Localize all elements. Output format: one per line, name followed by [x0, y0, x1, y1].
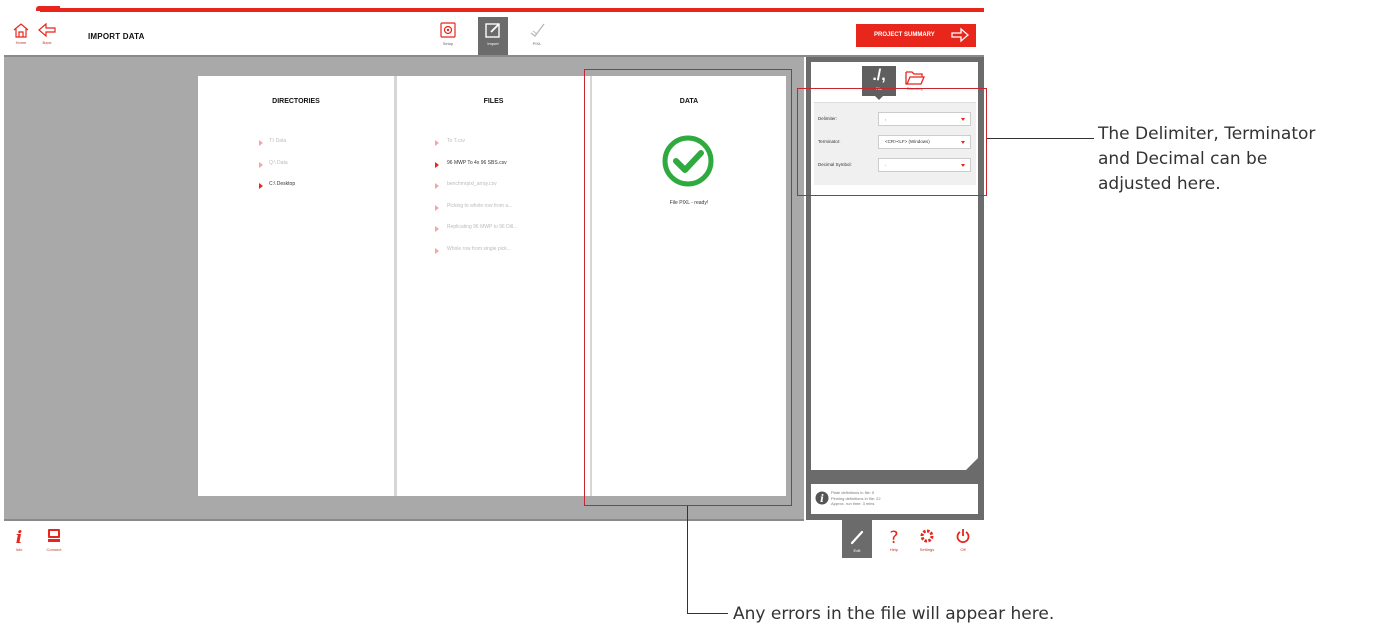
chevron-right-icon [435, 140, 439, 146]
file-item-active[interactable]: 96 MWP To 4x 96 SBS.csv [397, 160, 590, 182]
svg-text:i: i [820, 494, 824, 505]
import-icon [485, 23, 500, 38]
chevron-right-icon [259, 161, 263, 168]
file-info-text: Plate definitions in file: 5 Pinning def… [831, 490, 881, 506]
callout-line-bottom-vertical [687, 506, 688, 614]
info-label: Info [15, 547, 23, 552]
step-setup-label: Setup [442, 41, 454, 46]
forward-arrow-icon [951, 27, 969, 43]
step-pixl-label: PIXL [532, 41, 542, 46]
page-title: IMPORT DATA [88, 32, 145, 41]
annotation-errors-text: Any errors in the file will appear here. [733, 604, 1055, 624]
files-panel: FILES To T.csv 96 MWP To 4x 96 SBS.csv b… [397, 76, 590, 496]
annotation-highlight-data [584, 69, 792, 506]
setup-icon [440, 22, 456, 38]
info-circle-icon: i [815, 491, 829, 505]
info-icon: i [16, 528, 22, 545]
project-summary-button[interactable]: PROJECT SUMMARY [856, 24, 976, 47]
edit-label: Edit [853, 548, 861, 553]
callout-line-bottom-horizontal [687, 613, 728, 614]
sidebar-notch [966, 458, 978, 470]
step-import[interactable]: Import [478, 17, 508, 56]
project-summary-label: PROJECT SUMMARY [874, 32, 935, 38]
chevron-right-icon [435, 226, 439, 232]
directories-title: DIRECTORIES [272, 98, 320, 105]
home-label: Home [15, 40, 27, 45]
chevron-right-icon [259, 183, 263, 189]
info-button[interactable]: i Info [8, 527, 30, 553]
chevron-right-icon [259, 140, 263, 146]
connect-button[interactable]: Connect [42, 527, 66, 553]
file-item[interactable]: To T.csv [397, 138, 590, 160]
directory-item-active[interactable]: C:\ Desktop [198, 181, 394, 203]
step-import-label: Import [487, 41, 499, 46]
connect-icon [48, 529, 60, 542]
chevron-right-icon [435, 247, 439, 254]
file-item[interactable]: benchmrpixl_array.csv [397, 181, 590, 203]
file-item[interactable]: Whole row from single pick... [397, 246, 590, 268]
svg-text:i: i [16, 528, 22, 545]
help-label: Help [889, 547, 899, 552]
power-button[interactable]: Off [952, 527, 974, 553]
annotation-highlight-settings [797, 88, 987, 196]
file-info-box: i Plate definitions in file: 5 Pinning d… [811, 484, 978, 514]
connect-label: Connect [46, 547, 62, 552]
power-icon [956, 529, 970, 543]
chevron-right-icon [435, 204, 439, 211]
directory-item[interactable]: Q:\ Data [198, 160, 394, 182]
home-icon [13, 23, 29, 38]
folder-icon [905, 71, 925, 85]
svg-text:?: ? [889, 528, 898, 545]
step-pixl[interactable]: PIXL [522, 17, 552, 56]
settings-label: Settings [919, 547, 935, 552]
file-tab-icon: ./, [872, 67, 886, 84]
chevron-right-icon [435, 161, 439, 168]
off-label: Off [960, 547, 966, 552]
step-setup[interactable]: Setup [433, 17, 463, 56]
back-button[interactable]: Back [36, 22, 58, 46]
pencil-icon [850, 530, 864, 545]
file-item[interactable]: Picking to whole row from a... [397, 203, 590, 225]
help-icon: ? [889, 528, 898, 545]
back-label: Back [42, 40, 52, 45]
file-item[interactable]: Replicating 96 MWP to 96 Dill... [397, 224, 590, 246]
files-list: To T.csv 96 MWP To 4x 96 SBS.csv benchmr… [397, 138, 590, 267]
chevron-right-icon [435, 183, 439, 189]
settings-button[interactable]: Settings [914, 527, 940, 553]
files-title: FILES [483, 98, 504, 105]
footer-divider [4, 519, 804, 521]
help-button[interactable]: ? Help [882, 527, 906, 553]
gear-icon [920, 529, 934, 543]
annotation-settings-text: The Delimiter, Terminator and Decimal ca… [1098, 124, 1316, 194]
pixl-icon [530, 23, 545, 37]
directory-item[interactable]: T:\ Data [198, 138, 394, 160]
back-arrow-icon [38, 22, 56, 38]
directories-panel: DIRECTORIES T:\ Data Q:\ Data C:\ Deskto… [198, 76, 394, 496]
callout-line-right [987, 138, 1094, 139]
home-button[interactable]: Home [10, 22, 32, 46]
topbar-accent [36, 6, 984, 12]
directories-list: T:\ Data Q:\ Data C:\ Desktop [198, 138, 394, 203]
edit-button[interactable]: Edit [842, 520, 872, 558]
